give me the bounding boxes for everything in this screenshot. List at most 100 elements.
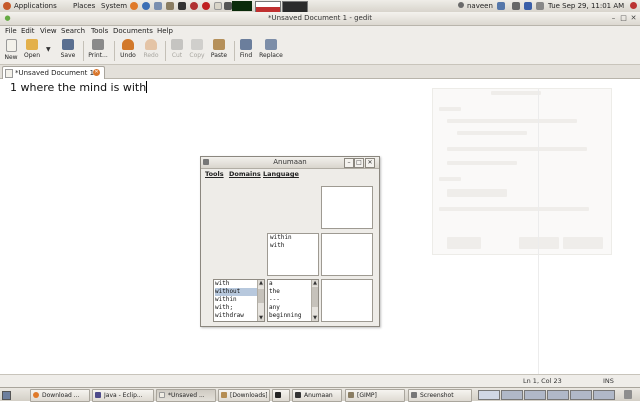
menu-help[interactable]: Help bbox=[157, 26, 173, 37]
gimp-icon[interactable] bbox=[166, 2, 174, 10]
workspace-5-icon[interactable] bbox=[570, 390, 592, 400]
redo-button[interactable]: Redo bbox=[141, 39, 161, 63]
task-gimp[interactable]: [GIMP] bbox=[345, 389, 405, 402]
list-item[interactable]: with; bbox=[215, 304, 257, 312]
opera-icon[interactable] bbox=[202, 2, 210, 10]
workspace-3-icon[interactable] bbox=[524, 390, 546, 400]
ubuntu-logo-icon[interactable] bbox=[3, 2, 11, 10]
task-terminal[interactable] bbox=[272, 389, 290, 402]
task-eclipse[interactable]: Java - Eclip... bbox=[92, 389, 154, 402]
anumaan-maximize-icon[interactable]: □ bbox=[354, 158, 364, 168]
copy-button[interactable]: Copy bbox=[187, 39, 207, 63]
close-icon[interactable]: ✕ bbox=[629, 14, 638, 22]
menu-documents[interactable]: Documents bbox=[113, 26, 153, 37]
list-item[interactable]: with bbox=[215, 280, 257, 288]
network-icon[interactable] bbox=[497, 2, 505, 10]
help-icon[interactable] bbox=[142, 2, 150, 10]
open-dropdown-icon[interactable]: ▼ bbox=[46, 46, 51, 53]
word-list-left[interactable]: with without within with; withdraw ▲ ▼ bbox=[213, 279, 265, 322]
scroll-thumb[interactable] bbox=[312, 287, 318, 307]
list-item[interactable]: any bbox=[269, 304, 311, 312]
list-item[interactable]: withdraw bbox=[215, 312, 257, 320]
editor-icon[interactable] bbox=[214, 2, 222, 10]
right-list-scrollbar[interactable]: ▲ ▼ bbox=[311, 280, 318, 321]
user-icon bbox=[458, 2, 464, 8]
task-download[interactable]: Download ... bbox=[30, 389, 90, 402]
list-item[interactable]: the bbox=[269, 288, 311, 296]
cut-button[interactable]: Cut bbox=[168, 39, 186, 63]
task-anumaan[interactable]: Anumaan bbox=[292, 389, 342, 402]
gedit-icon bbox=[159, 392, 165, 398]
user-name[interactable]: naveen bbox=[467, 0, 493, 12]
find-button[interactable]: Find bbox=[237, 39, 255, 63]
maximize-icon[interactable]: □ bbox=[619, 14, 628, 22]
tab-close-icon[interactable]: ✕ bbox=[93, 69, 100, 76]
anumaan-menu-tools[interactable]: Tools bbox=[205, 169, 224, 179]
scroll-up-icon[interactable]: ▲ bbox=[258, 280, 264, 286]
word-list-right[interactable]: a the --- any beginning ▲ ▼ bbox=[267, 279, 319, 322]
anumaan-window[interactable]: Anumaan – □ ✕ Tools Domains Language wit… bbox=[200, 156, 380, 327]
scroll-down-icon[interactable]: ▼ bbox=[258, 315, 264, 321]
applications-menu[interactable]: Applications bbox=[14, 0, 57, 12]
editor-content[interactable]: 1 where the mind is with bbox=[10, 81, 148, 95]
anumaan-minimize-icon[interactable]: – bbox=[344, 158, 354, 168]
anumaan-close-icon[interactable]: ✕ bbox=[365, 158, 375, 168]
show-desktop-icon[interactable] bbox=[2, 391, 11, 400]
mail-icon[interactable] bbox=[154, 2, 162, 10]
task-downloads-folder[interactable]: [Downloads] bbox=[218, 389, 270, 402]
list-item-selected[interactable]: without bbox=[215, 288, 257, 296]
copy-icon bbox=[191, 39, 203, 50]
task-gedit[interactable]: *Unsaved ... bbox=[156, 389, 216, 402]
camera-icon[interactable] bbox=[224, 2, 232, 10]
suggestion-box-middle[interactable]: within with bbox=[267, 233, 319, 276]
workspace-1-icon[interactable] bbox=[478, 390, 500, 400]
scroll-thumb[interactable] bbox=[258, 289, 264, 303]
scroll-up-icon[interactable]: ▲ bbox=[312, 280, 318, 286]
suggestion-box-right-middle[interactable] bbox=[321, 233, 373, 276]
gimp-icon bbox=[348, 392, 354, 398]
workspace-6-icon[interactable] bbox=[593, 390, 615, 400]
print-button[interactable]: Print... bbox=[86, 39, 110, 63]
terminal-icon[interactable] bbox=[178, 2, 186, 10]
bluetooth-icon[interactable] bbox=[524, 2, 532, 10]
places-menu[interactable]: Places bbox=[73, 0, 95, 12]
mail-notify-icon[interactable] bbox=[536, 2, 544, 10]
anumaan-titlebar[interactable]: Anumaan – □ ✕ bbox=[201, 157, 379, 169]
minimize-icon[interactable]: – bbox=[609, 14, 618, 22]
menu-tools[interactable]: Tools bbox=[91, 26, 108, 37]
tab-unsaved-document[interactable]: *Unsaved Document 1 ✕ bbox=[2, 66, 105, 79]
list-item[interactable]: --- bbox=[269, 296, 311, 304]
anumaan-menu-language[interactable]: Language bbox=[263, 169, 299, 179]
suggestion-box-top[interactable] bbox=[321, 186, 373, 229]
undo-button[interactable]: Undo bbox=[118, 39, 138, 63]
power-icon[interactable] bbox=[630, 2, 637, 9]
workspace-4-icon[interactable] bbox=[547, 390, 569, 400]
anumaan-menu-domains[interactable]: Domains bbox=[229, 169, 261, 179]
save-button[interactable]: Save bbox=[58, 39, 78, 63]
find-icon bbox=[240, 39, 252, 50]
list-item[interactable]: a bbox=[269, 280, 311, 288]
trash-icon[interactable] bbox=[624, 390, 632, 399]
menu-view[interactable]: View bbox=[40, 26, 57, 37]
window-titlebar[interactable]: ● *Unsaved Document 1 - gedit – □ ✕ bbox=[0, 12, 640, 26]
menu-search[interactable]: Search bbox=[61, 26, 85, 37]
left-list-scrollbar[interactable]: ▲ ▼ bbox=[257, 280, 264, 321]
suggestion-box-bottom-right[interactable] bbox=[321, 279, 373, 322]
new-button[interactable]: New bbox=[2, 39, 20, 63]
menu-file[interactable]: File bbox=[5, 26, 17, 37]
menu-edit[interactable]: Edit bbox=[21, 26, 35, 37]
open-button[interactable]: Open bbox=[22, 39, 42, 63]
workspace-2-icon[interactable] bbox=[501, 390, 523, 400]
replace-button[interactable]: Replace bbox=[257, 39, 285, 63]
list-item[interactable]: beginning bbox=[269, 312, 311, 320]
volume-icon[interactable] bbox=[512, 2, 520, 10]
list-item[interactable]: within bbox=[215, 296, 257, 304]
clock[interactable]: Tue Sep 29, 11:01 AM bbox=[548, 0, 624, 12]
music-icon[interactable] bbox=[190, 2, 198, 10]
replace-icon bbox=[265, 39, 277, 50]
task-screenshot[interactable]: Screenshot bbox=[408, 389, 472, 402]
paste-button[interactable]: Paste bbox=[208, 39, 230, 63]
firefox-icon[interactable] bbox=[130, 2, 138, 10]
scroll-down-icon[interactable]: ▼ bbox=[312, 315, 318, 321]
system-menu[interactable]: System bbox=[101, 0, 127, 12]
